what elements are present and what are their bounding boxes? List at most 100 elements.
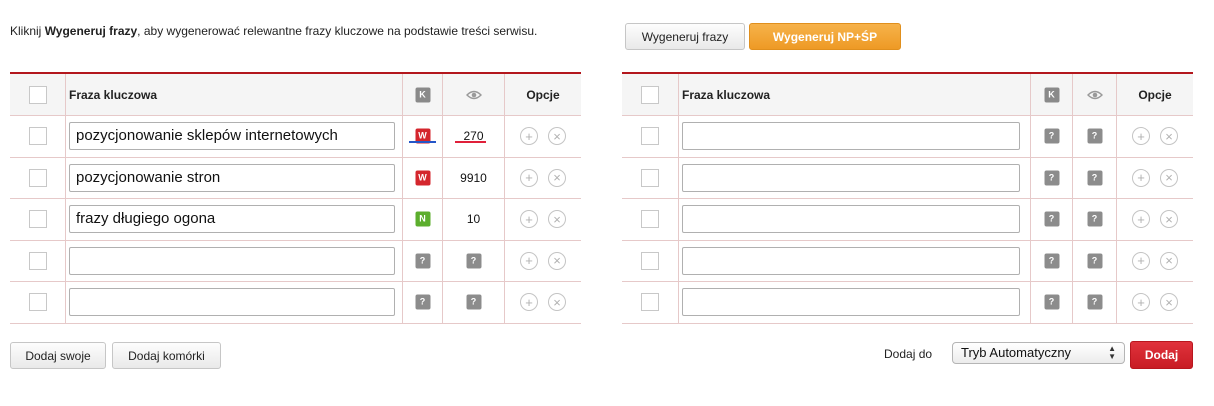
close-circle-icon[interactable]: × bbox=[548, 293, 566, 312]
table-row: pozycjonowanie sklepów internetowych W 2… bbox=[10, 116, 581, 158]
badge-underline-marker bbox=[409, 141, 436, 143]
options-cell: + × bbox=[1117, 158, 1193, 199]
phrase-input[interactable] bbox=[682, 288, 1020, 317]
options-cell: + × bbox=[505, 116, 581, 157]
phrase-cell: pozycjonowanie sklepów internetowych bbox=[66, 116, 403, 157]
plus-circle-icon[interactable]: + bbox=[1132, 293, 1150, 312]
plus-circle-icon[interactable]: + bbox=[520, 168, 538, 187]
select-all-checkbox[interactable] bbox=[28, 85, 47, 104]
views-cell: 270 bbox=[443, 116, 505, 157]
row-checkbox[interactable] bbox=[641, 251, 659, 270]
close-circle-icon[interactable]: × bbox=[548, 127, 566, 146]
row-checkbox[interactable] bbox=[641, 127, 659, 146]
add-button[interactable]: Dodaj bbox=[1130, 341, 1193, 369]
views-underline-marker bbox=[455, 141, 486, 143]
generate-np-sp-button[interactable]: Wygeneruj NP+ŚP bbox=[749, 23, 901, 50]
plus-circle-icon[interactable]: + bbox=[1132, 210, 1150, 229]
views-header-cell bbox=[443, 74, 505, 115]
phrase-input[interactable]: frazy długiego ogona bbox=[69, 205, 395, 234]
views-cell: ? bbox=[443, 240, 505, 281]
row-checkbox[interactable] bbox=[641, 293, 659, 312]
select-all-cell bbox=[622, 74, 679, 115]
phrase-input[interactable]: pozycjonowanie stron bbox=[69, 163, 395, 192]
views-unknown-badge: ? bbox=[1087, 128, 1102, 144]
views-cell: ? bbox=[443, 282, 505, 323]
checkbox-cell bbox=[622, 116, 679, 157]
badge-cell: ? bbox=[1031, 282, 1073, 323]
badge-cell: ? bbox=[403, 240, 443, 281]
competition-badge-icon: ? bbox=[415, 294, 430, 310]
plus-circle-icon[interactable]: + bbox=[520, 210, 538, 229]
phrase-header-cell: Fraza kluczowa bbox=[679, 74, 1031, 115]
row-checkbox[interactable] bbox=[28, 251, 47, 270]
views-value: 9910 bbox=[460, 170, 487, 185]
phrase-cell bbox=[679, 282, 1031, 323]
close-circle-icon[interactable]: × bbox=[1160, 293, 1178, 312]
badge-cell: ? bbox=[403, 282, 443, 323]
row-checkbox[interactable] bbox=[28, 168, 47, 187]
plus-circle-icon[interactable]: + bbox=[520, 293, 538, 312]
views-unknown-badge: ? bbox=[466, 253, 481, 269]
table-row: ? ? + × bbox=[622, 240, 1193, 282]
options-header-cell: Opcje bbox=[505, 74, 581, 115]
table-row: ? ? + × bbox=[622, 116, 1193, 158]
views-header-cell bbox=[1073, 74, 1117, 115]
views-unknown-badge: ? bbox=[1087, 211, 1102, 227]
phrase-input[interactable]: pozycjonowanie sklepów internetowych bbox=[69, 122, 395, 151]
table-row: frazy długiego ogona N 10 + × bbox=[10, 199, 581, 241]
plus-circle-icon[interactable]: + bbox=[1132, 251, 1150, 270]
plus-circle-icon[interactable]: + bbox=[520, 127, 538, 146]
phrase-header-cell: Fraza kluczowa bbox=[66, 74, 403, 115]
mode-select[interactable]: Tryb Automatyczny ▲ ▼ bbox=[952, 342, 1125, 364]
options-cell: + × bbox=[1117, 199, 1193, 240]
close-circle-icon[interactable]: × bbox=[1160, 251, 1178, 270]
competition-badge-icon: N bbox=[415, 211, 430, 227]
add-own-button[interactable]: Dodaj swoje bbox=[10, 342, 106, 369]
phrase-input[interactable] bbox=[69, 288, 395, 317]
close-circle-icon[interactable]: × bbox=[1160, 210, 1178, 229]
badge-cell: ? bbox=[1031, 116, 1073, 157]
views-cell: ? bbox=[1073, 282, 1117, 323]
select-arrows-icon: ▲ ▼ bbox=[1108, 344, 1116, 361]
badge-cell: ? bbox=[1031, 199, 1073, 240]
checkbox-cell bbox=[10, 282, 66, 323]
select-all-checkbox[interactable] bbox=[641, 85, 659, 104]
k-header-cell: K bbox=[403, 74, 443, 115]
views-cell: 9910 bbox=[443, 157, 505, 198]
phrase-cell bbox=[679, 240, 1031, 281]
close-circle-icon[interactable]: × bbox=[548, 210, 566, 229]
phrase-cell: frazy długiego ogona bbox=[66, 199, 403, 240]
views-unknown-badge: ? bbox=[1087, 170, 1102, 186]
close-circle-icon[interactable]: × bbox=[548, 168, 566, 187]
plus-circle-icon[interactable]: + bbox=[1132, 168, 1150, 187]
row-checkbox[interactable] bbox=[28, 127, 47, 146]
phrase-input[interactable] bbox=[682, 246, 1020, 275]
badge-cell: W bbox=[403, 157, 443, 198]
intro-bold: Wygeneruj frazy bbox=[44, 24, 138, 38]
add-to-label: Dodaj do bbox=[884, 347, 933, 361]
close-circle-icon[interactable]: × bbox=[1160, 127, 1178, 146]
views-cell: ? bbox=[1073, 199, 1117, 240]
row-checkbox[interactable] bbox=[28, 293, 47, 312]
close-circle-icon[interactable]: × bbox=[548, 251, 566, 270]
badge-cell: ? bbox=[1031, 240, 1073, 281]
options-cell: + × bbox=[1117, 241, 1193, 282]
row-checkbox[interactable] bbox=[28, 210, 47, 229]
checkbox-cell bbox=[622, 157, 679, 198]
plus-circle-icon[interactable]: + bbox=[520, 251, 538, 270]
mode-select-value: Tryb Automatyczny bbox=[961, 345, 1072, 360]
views-value: 10 bbox=[466, 212, 481, 227]
plus-circle-icon[interactable]: + bbox=[1132, 127, 1150, 146]
checkbox-cell bbox=[10, 116, 66, 157]
phrase-input[interactable] bbox=[682, 163, 1020, 192]
phrase-input[interactable] bbox=[69, 246, 395, 275]
checkbox-cell bbox=[622, 282, 679, 323]
phrase-input[interactable] bbox=[682, 122, 1020, 151]
phrase-input[interactable] bbox=[682, 205, 1020, 234]
row-checkbox[interactable] bbox=[641, 210, 659, 229]
competition-badge-icon: ? bbox=[1044, 170, 1059, 186]
row-checkbox[interactable] bbox=[641, 168, 659, 187]
close-circle-icon[interactable]: × bbox=[1160, 168, 1178, 187]
add-cells-button[interactable]: Dodaj komórki bbox=[112, 342, 221, 369]
generate-phrases-button[interactable]: Wygeneruj frazy bbox=[625, 23, 745, 50]
